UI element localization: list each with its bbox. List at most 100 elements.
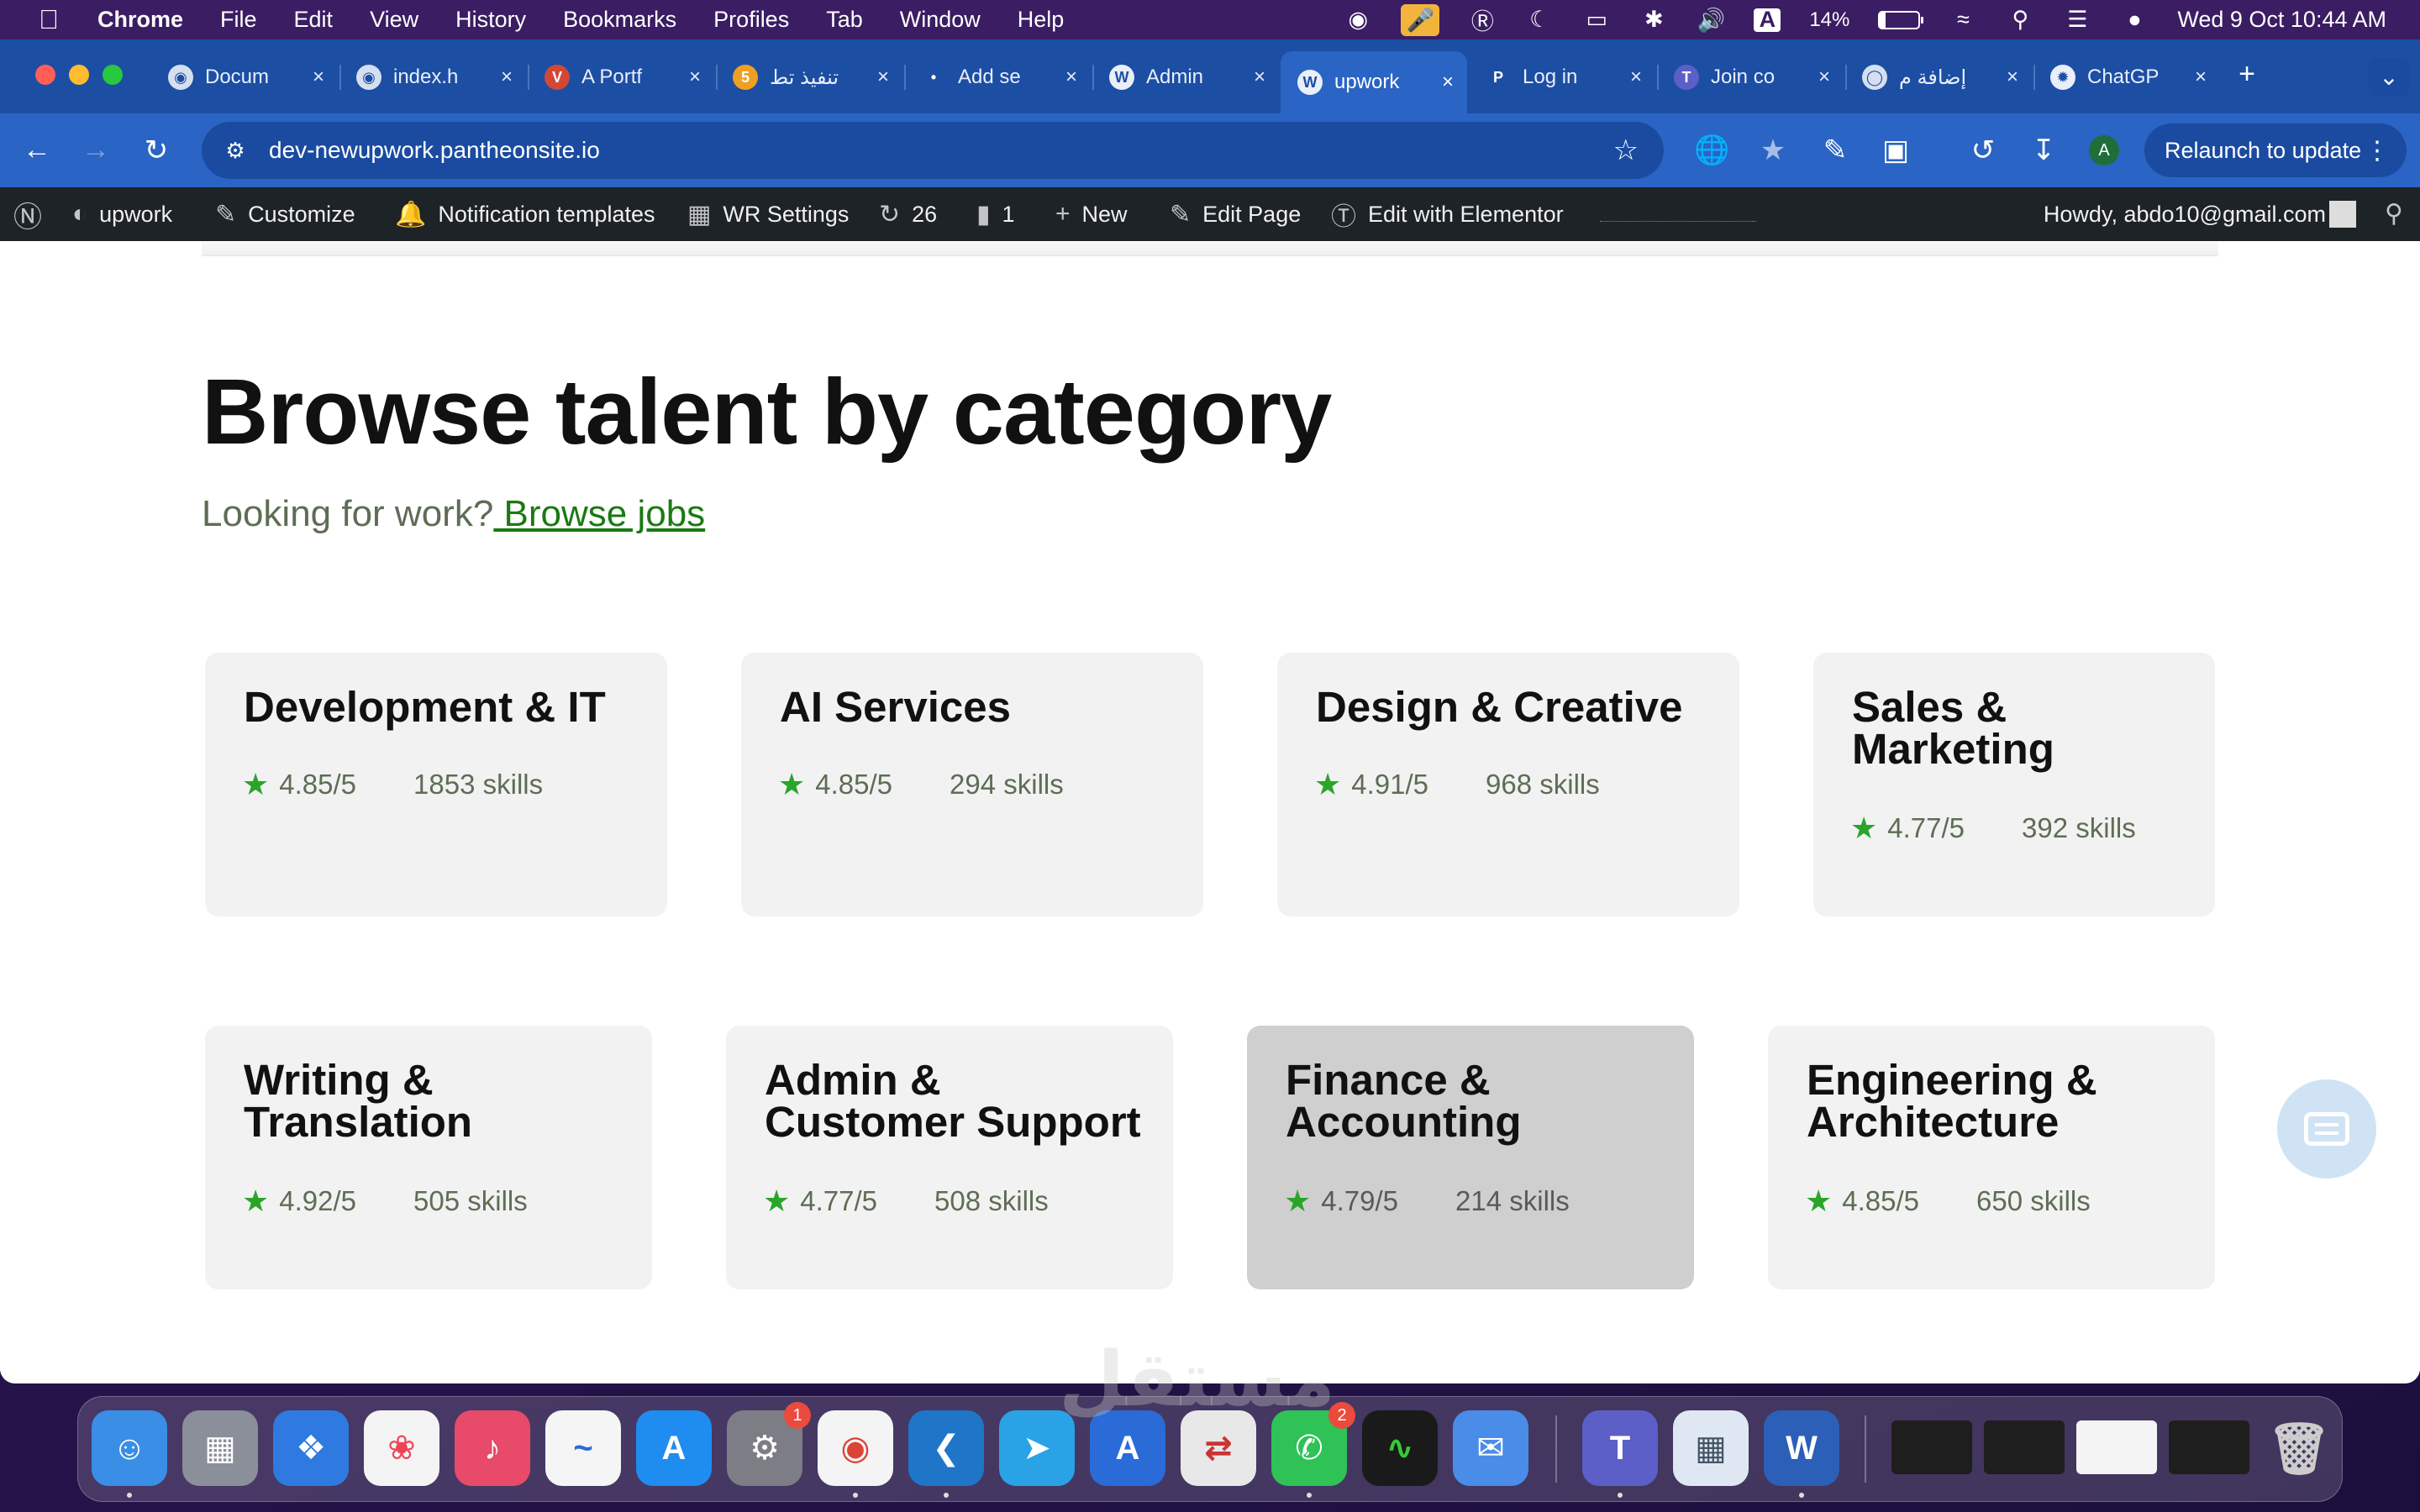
tab-close-icon[interactable]: × — [1254, 66, 1265, 89]
tab-0[interactable]: ◉ Docum × — [151, 51, 338, 103]
teams-icon[interactable]: T — [1582, 1410, 1658, 1486]
trash-icon[interactable]: 🗑 — [2261, 1410, 2337, 1486]
tab-close-icon[interactable]: × — [501, 66, 513, 89]
music-icon[interactable]: ♪ — [455, 1410, 530, 1486]
activity-monitor-icon[interactable]: ∿ — [1362, 1410, 1438, 1486]
mail-icon[interactable]: ✉ — [1453, 1410, 1528, 1486]
minimized-window-thumb[interactable] — [1984, 1420, 2065, 1474]
freeform-icon[interactable]: ~ — [545, 1410, 621, 1486]
display-icon[interactable]: ▭ — [1582, 7, 1611, 33]
tab-close-icon[interactable]: × — [689, 66, 701, 89]
word-icon[interactable]: W — [1764, 1410, 1839, 1486]
menu-view[interactable]: View — [370, 7, 418, 33]
system-settings-icon[interactable]: ⚙ 1 — [727, 1402, 811, 1486]
tab-10[interactable]: ✹ ChatGP × — [2033, 51, 2220, 103]
relaunch-to-update-button[interactable]: Relaunch to update ⋮ — [2144, 123, 2407, 177]
finder-icon[interactable]: ☺ — [92, 1410, 167, 1486]
bookmark-star-icon[interactable]: ☆ — [1613, 134, 1639, 167]
preview-icon[interactable]: ▦ — [1673, 1410, 1749, 1486]
menu-file[interactable]: File — [220, 7, 257, 33]
tab-search-icon[interactable]: ⌄ — [2368, 58, 2410, 97]
tab-close-icon[interactable]: × — [1442, 71, 1454, 94]
control-center-icon[interactable]: ☰ — [2063, 7, 2091, 33]
category-title[interactable]: Engineering & Architecture — [1807, 1058, 2186, 1143]
tab-1[interactable]: ◉ index.h × — [339, 51, 526, 103]
category-card[interactable]: Finance & Accounting ★ 4.79/5 214 skills — [1247, 1026, 1694, 1289]
microphone-icon[interactable]: 🎤 — [1401, 3, 1440, 36]
menu-profiles[interactable]: Profiles — [713, 7, 789, 33]
zoom-window-button[interactable] — [103, 65, 123, 85]
app-store-icon[interactable]: A — [636, 1410, 712, 1486]
tab-close-icon[interactable]: × — [877, 66, 889, 89]
wp-site-link[interactable]: ◐ upwork — [72, 187, 172, 241]
input-source-icon[interactable]: A — [1754, 7, 1781, 32]
reload-icon[interactable]: ↻ — [139, 134, 173, 167]
new-tab-icon[interactable]: + — [2230, 58, 2264, 91]
sync-extension-icon[interactable]: ↺ — [1966, 134, 2000, 167]
launchpad-icon[interactable]: ▦ — [182, 1410, 258, 1486]
minimized-window-thumb[interactable] — [2076, 1420, 2157, 1474]
wp-avatar[interactable] — [2329, 201, 2356, 228]
wp-customize-link[interactable]: ✎ Customize — [215, 187, 355, 241]
minimized-window-thumb[interactable] — [1891, 1420, 1972, 1474]
moon-icon[interactable]: ☾ — [1525, 7, 1554, 33]
bookmark-extension-icon[interactable]: ★ — [1756, 134, 1790, 167]
menu-tab[interactable]: Tab — [826, 7, 863, 33]
tab-close-icon[interactable]: × — [313, 66, 324, 89]
grammarly-icon[interactable]: Ⓡ — [1468, 8, 1497, 34]
wp-updates-link[interactable]: ↻ 26 — [879, 187, 937, 241]
menubar-clock[interactable]: Wed 9 Oct 10:44 AM — [2177, 7, 2386, 33]
menu-edit[interactable]: Edit — [294, 7, 334, 33]
menu-app-name[interactable]: Chrome — [97, 7, 183, 33]
safari-icon[interactable]: ❖ — [273, 1410, 349, 1486]
menu-history[interactable]: History — [455, 7, 526, 33]
category-title[interactable]: AI Services — [780, 685, 1175, 728]
color-picker-extension-icon[interactable]: ✎ — [1818, 134, 1852, 167]
more-menu-icon[interactable]: ⋮ — [2365, 136, 2390, 165]
category-card[interactable]: Admin & Customer Support ★ 4.77/5 508 skill… — [726, 1026, 1173, 1289]
bluetooth-icon[interactable]: ✱ — [1639, 7, 1668, 33]
wp-comments-link[interactable]: ▮ 1 — [976, 187, 1015, 241]
tab-7[interactable]: P Log in × — [1469, 51, 1655, 103]
query-monitor-sparkline[interactable] — [1600, 221, 1756, 222]
battery-icon[interactable] — [1878, 10, 1924, 29]
category-card[interactable]: Design & Creative ★ 4.91/5 968 skills — [1277, 653, 1739, 916]
wp-notification-templates-link[interactable]: 🔔 Notification templates — [395, 187, 655, 241]
menu-help[interactable]: Help — [1018, 7, 1065, 33]
address-url[interactable]: dev-newupwork.pantheonsite.io — [269, 137, 600, 164]
category-card[interactable]: Writing & Translation ★ 4.92/5 505 skills — [205, 1026, 652, 1289]
category-card[interactable]: Engineering & Architecture ★ 4.85/5 650 ski… — [1768, 1026, 2215, 1289]
browse-jobs-link[interactable]: Browse jobs — [493, 493, 706, 534]
extensions-icon[interactable]: ▣ — [1879, 134, 1912, 167]
wp-wr-settings-link[interactable]: ▦ WR Settings — [687, 187, 849, 241]
category-card[interactable]: AI Services ★ 4.85/5 294 skills — [741, 653, 1203, 916]
wp-elementor-link[interactable]: Ⓣ Edit with Elementor — [1331, 187, 1564, 241]
tab-close-icon[interactable]: × — [1065, 66, 1077, 89]
vs-code-icon[interactable]: ❮ — [908, 1410, 984, 1486]
wp-logo-icon[interactable]: Ⓝ — [13, 187, 54, 241]
photos-icon[interactable]: ❀ — [364, 1410, 439, 1486]
tab-4[interactable]: • Add se × — [904, 51, 1091, 103]
wp-account-link[interactable]: Howdy, abdo10@gmail.com — [2044, 187, 2326, 241]
wp-edit-page-link[interactable]: ✎ Edit Page — [1170, 187, 1301, 241]
siri-icon[interactable]: ● — [2120, 7, 2149, 33]
chat-widget-button[interactable] — [2277, 1079, 2376, 1179]
spotlight-search-icon[interactable]: ⚲ — [2006, 7, 2034, 33]
category-title[interactable]: Admin & Customer Support — [765, 1058, 1144, 1143]
category-title[interactable]: Writing & Translation — [244, 1058, 623, 1143]
tab-5[interactable]: W Admin × — [1092, 51, 1279, 103]
download-icon[interactable]: ↧ — [2027, 134, 2060, 167]
tab-close-icon[interactable]: × — [1818, 66, 1830, 89]
wp-new-link[interactable]: + New — [1055, 187, 1128, 241]
back-icon[interactable]: ← — [20, 134, 54, 166]
tab-close-icon[interactable]: × — [2007, 66, 2018, 89]
forward-icon[interactable]: → — [79, 134, 113, 166]
minimized-window-thumb[interactable] — [2169, 1420, 2249, 1474]
minimize-window-button[interactable] — [69, 65, 89, 85]
record-icon[interactable]: ◉ — [1344, 7, 1372, 33]
menu-bookmarks[interactable]: Bookmarks — [563, 7, 676, 33]
category-title[interactable]: Development & IT — [244, 685, 639, 728]
translate-icon[interactable]: 🌐 — [1694, 134, 1729, 167]
wifi-icon[interactable]: ≈ — [1949, 7, 1977, 33]
apple-menu-icon[interactable]:  — [34, 4, 64, 35]
